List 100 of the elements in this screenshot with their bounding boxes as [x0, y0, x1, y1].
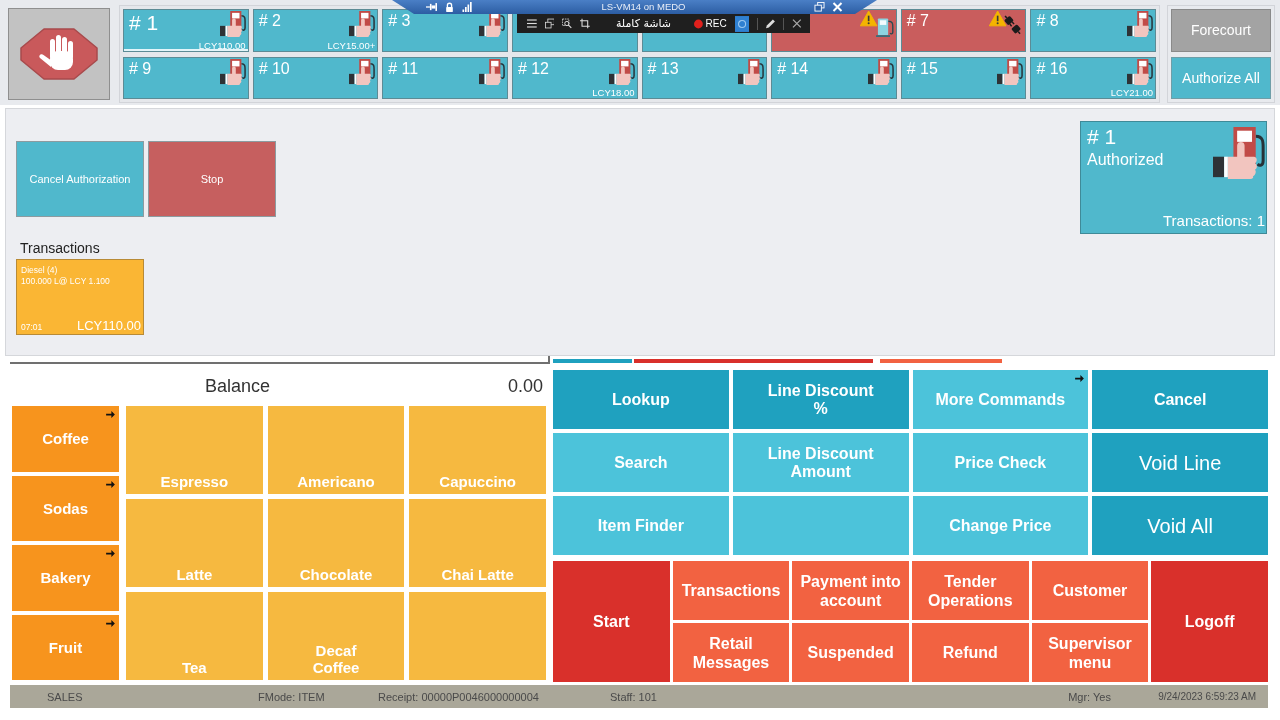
- pump-tile[interactable]: # 13: [641, 56, 768, 99]
- category-button[interactable]: Coffee: [12, 406, 119, 472]
- pin-icon[interactable]: [426, 2, 437, 12]
- pump-tile[interactable]: # 9: [123, 56, 249, 99]
- product-button[interactable]: Chai Latte: [409, 499, 546, 587]
- command-button[interactable]: Void Line: [1092, 433, 1268, 492]
- session-title: LS-VM14 on MEDO: [600, 1, 687, 13]
- category-button[interactable]: Fruit: [12, 614, 119, 680]
- function-mode: FMode: ITEM: [258, 690, 326, 703]
- pump-amount: LCY110.00: [198, 39, 246, 51]
- pump-tile[interactable]: # 11: [382, 56, 508, 99]
- transaction-count: Transactions: 1: [1163, 212, 1265, 230]
- section-title: Transactions: [19, 240, 100, 257]
- pump-number: # 3: [388, 11, 412, 31]
- pump-number: # 14: [777, 58, 810, 79]
- pump-number: # 16: [1036, 58, 1069, 79]
- action-button[interactable]: Customer: [1031, 561, 1149, 620]
- pump-number: # 8: [1036, 11, 1060, 31]
- command-button[interactable]: Search: [553, 433, 729, 492]
- pump-tile[interactable]: # 2 LCY15.00+: [252, 9, 379, 52]
- pump-number: # 15: [906, 58, 939, 79]
- pump-number: # 12: [517, 58, 550, 79]
- action-button[interactable]: Tender Operations: [912, 561, 1029, 620]
- product-button[interactable]: Americano: [267, 406, 405, 494]
- command-button[interactable]: Void All: [1092, 496, 1268, 555]
- balance-label: Balance: [203, 375, 272, 397]
- pump-tile[interactable]: # 15: [900, 56, 1027, 99]
- pump-number: # 10: [258, 58, 291, 79]
- pump-number: # 13: [647, 58, 680, 79]
- command-button[interactable]: Change Price: [912, 496, 1089, 555]
- stop-hand-icon: [19, 27, 99, 81]
- pump-amount: LCY18.00: [592, 87, 635, 98]
- product-button[interactable]: Latte: [126, 499, 263, 587]
- product-button[interactable]: Chocolate: [267, 499, 405, 587]
- product-button[interactable]: Decaf Coffee: [267, 592, 405, 680]
- pump-tile[interactable]: # 7: [900, 9, 1027, 52]
- transaction-card[interactable]: Diesel (4) 100.000 L@ LCY 1.100 07:01 LCY110.00: [16, 259, 144, 335]
- pump-action-button[interactable]: Cancel Authorization: [16, 141, 144, 217]
- action-button[interactable]: Supervisor menu: [1031, 623, 1149, 682]
- command-button[interactable]: Price Check: [912, 433, 1089, 492]
- command-button[interactable]: Lookup: [553, 370, 729, 429]
- pump-action-button[interactable]: Stop: [148, 141, 276, 217]
- category-button[interactable]: Bakery: [12, 545, 119, 611]
- transaction-time: 07:01: [21, 322, 43, 333]
- authorize-all-button[interactable]: Authorize All: [1171, 56, 1271, 99]
- product-button[interactable]: Tea: [126, 592, 263, 680]
- pump-number: # 1: [129, 11, 160, 36]
- command-button[interactable]: Cancel: [1092, 370, 1268, 429]
- category-button[interactable]: Sodas: [12, 475, 119, 541]
- stop-button[interactable]: [8, 8, 110, 100]
- pump-tile[interactable]: # 10: [252, 56, 379, 99]
- manager-status: Mgr: Yes: [1068, 690, 1112, 703]
- pump-number: # 1: [1087, 124, 1118, 150]
- circle-toggle-icon[interactable]: [734, 14, 749, 33]
- pump-tile[interactable]: # 1 LCY110.00: [123, 9, 249, 52]
- menu-icon[interactable]: [527, 18, 537, 29]
- windows-icon[interactable]: [544, 18, 555, 29]
- pump-status: Authorized: [1087, 150, 1165, 170]
- status-mode: SALES: [47, 690, 84, 703]
- pump-tile[interactable]: # 8: [1030, 9, 1156, 52]
- zoom-icon[interactable]: [562, 18, 573, 29]
- signal-icon[interactable]: [462, 2, 473, 12]
- pump-number: # 11: [388, 58, 420, 79]
- pencil-icon[interactable]: [765, 18, 776, 29]
- command-button[interactable]: Line Discount Amount: [732, 433, 909, 492]
- action-button[interactable]: Refund: [912, 623, 1029, 682]
- record-dot-icon[interactable]: [693, 18, 703, 29]
- action-button[interactable]: Suspended: [792, 623, 909, 682]
- pump-tile[interactable]: # 16 LCY21.00: [1030, 56, 1156, 99]
- crop-icon[interactable]: [580, 18, 590, 29]
- pump-number: # 2: [258, 11, 282, 31]
- pump-number: # 7: [906, 11, 930, 31]
- product-button[interactable]: Capuccino: [409, 406, 546, 494]
- date-time: 9/24/2023 6:59:23 AM: [1158, 691, 1256, 702]
- pump-amount: LCY21.00: [1110, 87, 1153, 98]
- pump-number: # 9: [129, 58, 153, 79]
- pump-status-card[interactable]: # 1 Authorized Transactions: 1: [1080, 121, 1267, 234]
- product-button[interactable]: Espresso: [126, 406, 263, 494]
- restore-icon[interactable]: [814, 2, 825, 12]
- close-icon[interactable]: [792, 18, 803, 29]
- pump-amount: LCY15.00+: [327, 39, 376, 51]
- record-label[interactable]: REC: [705, 18, 727, 29]
- command-button[interactable]: Item Finder: [553, 496, 729, 555]
- pump-tile[interactable]: # 14: [771, 56, 897, 99]
- transaction-amount: LCY110.00: [76, 318, 141, 333]
- balance-amount: 0.00: [506, 375, 544, 397]
- command-button[interactable]: Line Discount %: [732, 370, 909, 429]
- action-button[interactable]: Payment into account: [792, 561, 909, 620]
- fuel-quantity: 100.000 L@ LCY 1.100: [21, 276, 111, 287]
- action-button[interactable]: Logoff: [1151, 561, 1268, 682]
- action-button[interactable]: Retail Messages: [672, 623, 790, 682]
- action-button[interactable]: Start: [553, 561, 670, 682]
- command-button[interactable]: More Commands: [912, 370, 1089, 429]
- lock-icon[interactable]: [444, 2, 455, 12]
- staff-id: Staff: 101: [610, 690, 658, 703]
- pump-tile[interactable]: # 12 LCY18.00: [511, 56, 638, 99]
- receipt-number: Receipt: 00000P0046000000004: [378, 690, 540, 703]
- action-button[interactable]: Transactions: [672, 561, 790, 620]
- product-name: Diesel (4): [21, 265, 59, 276]
- capture-mode-label[interactable]: شاشة كاملة: [615, 17, 678, 30]
